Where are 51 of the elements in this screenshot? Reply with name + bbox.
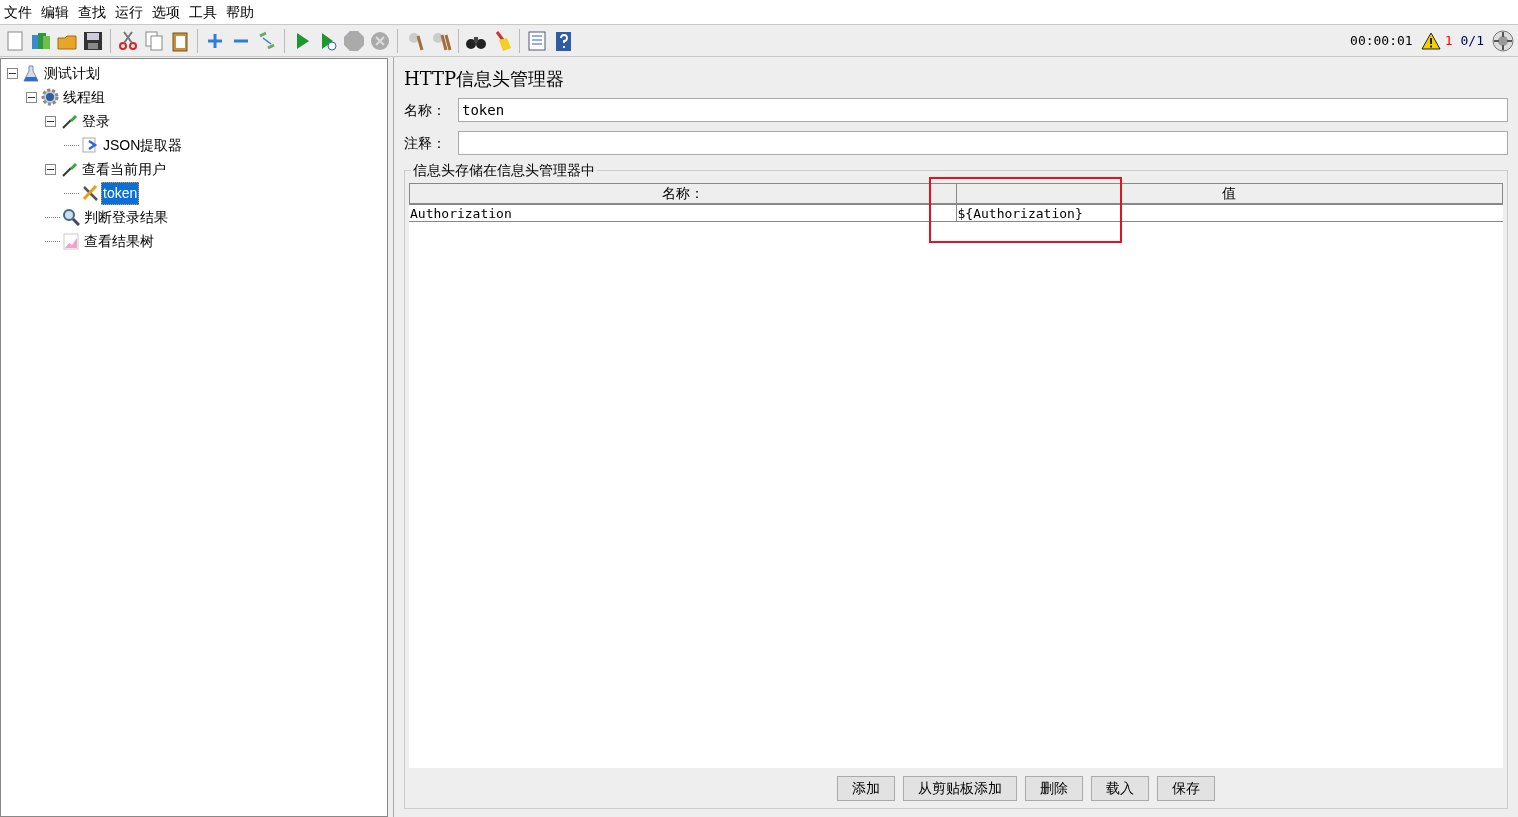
tree-item[interactable]: 查看结果树 bbox=[82, 230, 156, 252]
menu-item[interactable]: 运行 bbox=[115, 1, 143, 23]
new-file-icon[interactable] bbox=[4, 29, 26, 52]
action-button[interactable]: 添加 bbox=[837, 775, 895, 801]
pipette-icon bbox=[60, 112, 78, 130]
name-field[interactable]: token bbox=[458, 98, 1508, 122]
save-icon[interactable] bbox=[82, 29, 104, 52]
name-label: 名称： bbox=[404, 100, 446, 120]
tree-item[interactable]: 查看当前用户 bbox=[80, 158, 168, 180]
expand-toggle[interactable] bbox=[7, 67, 18, 79]
flask-icon bbox=[22, 64, 40, 82]
action-button[interactable]: 从剪贴板添加 bbox=[903, 775, 1017, 801]
expand-toggle[interactable] bbox=[45, 163, 56, 175]
warning-icon bbox=[1420, 31, 1441, 50]
tree-item[interactable]: token bbox=[101, 181, 140, 205]
tree-item[interactable]: 测试计划 bbox=[42, 62, 102, 84]
action-button[interactable]: 删除 bbox=[1025, 775, 1083, 801]
tree-item[interactable]: 判断登录结果 bbox=[82, 206, 170, 228]
cut-icon[interactable] bbox=[117, 29, 139, 52]
thread-count: 0/1 bbox=[1460, 31, 1484, 50]
graph-icon bbox=[62, 232, 80, 250]
action-button[interactable]: 保存 bbox=[1157, 775, 1215, 801]
expand-toggle[interactable] bbox=[45, 115, 56, 127]
comment-field[interactable] bbox=[458, 131, 1508, 155]
menu-item[interactable]: 文件 bbox=[4, 1, 32, 23]
shutdown-icon[interactable] bbox=[369, 29, 391, 52]
copy-icon[interactable] bbox=[143, 29, 165, 52]
comment-label: 注释： bbox=[404, 133, 446, 153]
action-button[interactable]: 载入 bbox=[1091, 775, 1149, 801]
menu-item[interactable]: 选项 bbox=[152, 1, 180, 23]
gear-icon bbox=[41, 88, 59, 106]
magnifier-icon bbox=[62, 208, 80, 226]
tools-icon bbox=[81, 184, 99, 202]
tree-item[interactable]: JSON提取器 bbox=[101, 134, 185, 156]
tree-item[interactable]: 登录 bbox=[80, 110, 112, 132]
expand-toggle[interactable] bbox=[26, 91, 37, 103]
column-header[interactable]: 值 bbox=[955, 184, 1502, 203]
tree-item[interactable]: 线程组 bbox=[61, 86, 107, 108]
menu-item[interactable]: 编辑 bbox=[41, 1, 69, 23]
column-header[interactable]: 名称： bbox=[410, 184, 956, 203]
table-cell: ${Authorization} bbox=[955, 205, 1503, 221]
warning-count: 1 bbox=[1444, 31, 1453, 50]
menu-item[interactable]: 工具 bbox=[189, 1, 217, 23]
table-cell-text: Authorization bbox=[409, 205, 513, 221]
menu-item[interactable]: 帮助 bbox=[226, 1, 254, 23]
paste-icon[interactable] bbox=[169, 29, 191, 52]
pipette-icon bbox=[60, 160, 78, 178]
stop-icon[interactable] bbox=[343, 29, 365, 52]
panel-title: HTTP信息头管理器 bbox=[404, 67, 566, 91]
menu-item[interactable]: 查找 bbox=[78, 1, 106, 23]
elapsed-timer: 00:00:01 bbox=[1350, 31, 1413, 50]
